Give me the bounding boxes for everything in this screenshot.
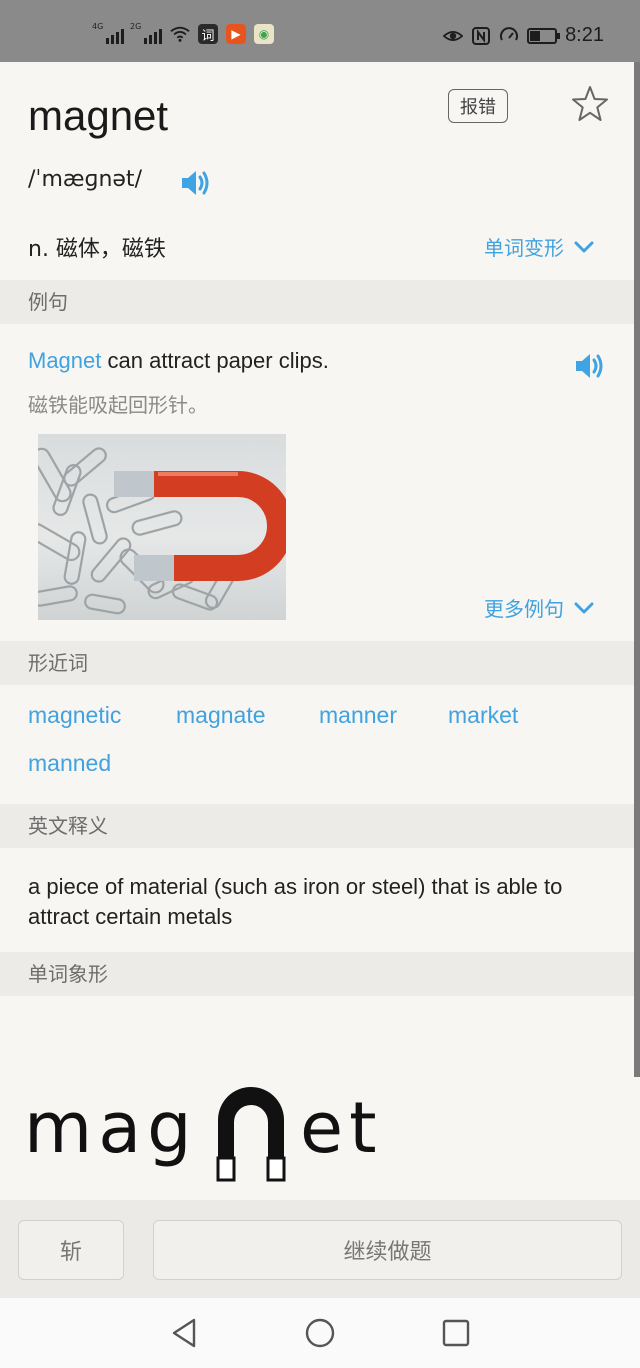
example-translation: 磁铁能吸起回形针。 [28,393,208,417]
example-speaker-icon[interactable] [572,349,606,383]
pictogram-right-text: et [300,1087,383,1169]
chinese-definition: n. 磁体，磁铁 [28,237,166,262]
chevron-down-icon [574,241,594,252]
chevron-down-icon [574,602,594,613]
example-sentence: Magnet can attract paper clips. [28,348,329,374]
status-bar-right: 8:21 [443,24,604,47]
nfc-icon [471,26,491,46]
english-definition-section-header: 英文释义 [0,804,640,848]
bottom-action-bar: 斩 继续做题 [0,1200,640,1298]
more-examples-label: 更多例句 [484,597,564,621]
similar-word-link[interactable]: magnetic [28,702,121,729]
recents-nav-icon[interactable] [442,1317,470,1349]
word-detail-content[interactable]: magnet 报错 /ˈmæɡnət/ n. 磁体，磁铁 单词变形 例句 Mag… [0,62,640,1200]
similar-word-link[interactable]: magnate [176,702,266,729]
clock: 8:21 [565,24,604,46]
game-app-icon: ◉ [254,24,274,44]
word-forms-label: 单词变形 [484,236,564,260]
cellular-signal-2-icon: 2G [130,22,162,44]
more-examples-link[interactable]: 更多例句 [484,593,594,622]
back-nav-icon[interactable] [170,1317,198,1349]
cellular-signal-1-icon: 4G [92,22,124,44]
continue-button[interactable]: 继续做题 [153,1220,622,1280]
similar-word-link[interactable]: market [448,702,518,729]
pictogram-left-text: mag [24,1087,198,1169]
similar-word-link[interactable]: manner [319,702,397,729]
favorite-star-icon[interactable] [570,84,610,124]
dictionary-app-icon: 词 [198,24,218,44]
english-definition-text: a piece of material (such as iron or ste… [28,874,563,929]
pronunciation-speaker-icon[interactable] [178,166,212,200]
video-app-icon: ▶ [226,24,246,44]
system-navigation-bar [0,1298,640,1368]
report-error-button[interactable]: 报错 [448,89,508,123]
similar-word-link[interactable]: manned [28,750,111,777]
example-photo-magnet-paper-clips [38,434,286,620]
battery-icon [527,27,561,44]
example-sentence-rest: can attract paper clips. [101,348,329,373]
pictogram-section-header: 单词象形 [0,952,640,996]
similar-words-section-header: 形近词 [0,641,640,685]
word-forms-link[interactable]: 单词变形 [484,232,594,261]
headword: magnet [28,92,169,139]
word-pictogram: mag et [24,1082,404,1192]
home-nav-icon[interactable] [305,1317,335,1349]
wifi-icon [170,24,190,44]
status-bar: 4G 2G 词 ▶ ◉ 8:21 [0,0,640,62]
phonetic: /ˈmæɡnət/ [28,167,142,192]
scrollbar[interactable] [634,62,640,1077]
status-bar-left: 4G 2G 词 ▶ ◉ [92,22,274,44]
examples-section-header: 例句 [0,280,640,324]
eye-icon [443,26,464,46]
example-highlight-word: Magnet [28,348,102,373]
speed-icon [499,26,519,46]
cut-word-button[interactable]: 斩 [18,1220,124,1280]
